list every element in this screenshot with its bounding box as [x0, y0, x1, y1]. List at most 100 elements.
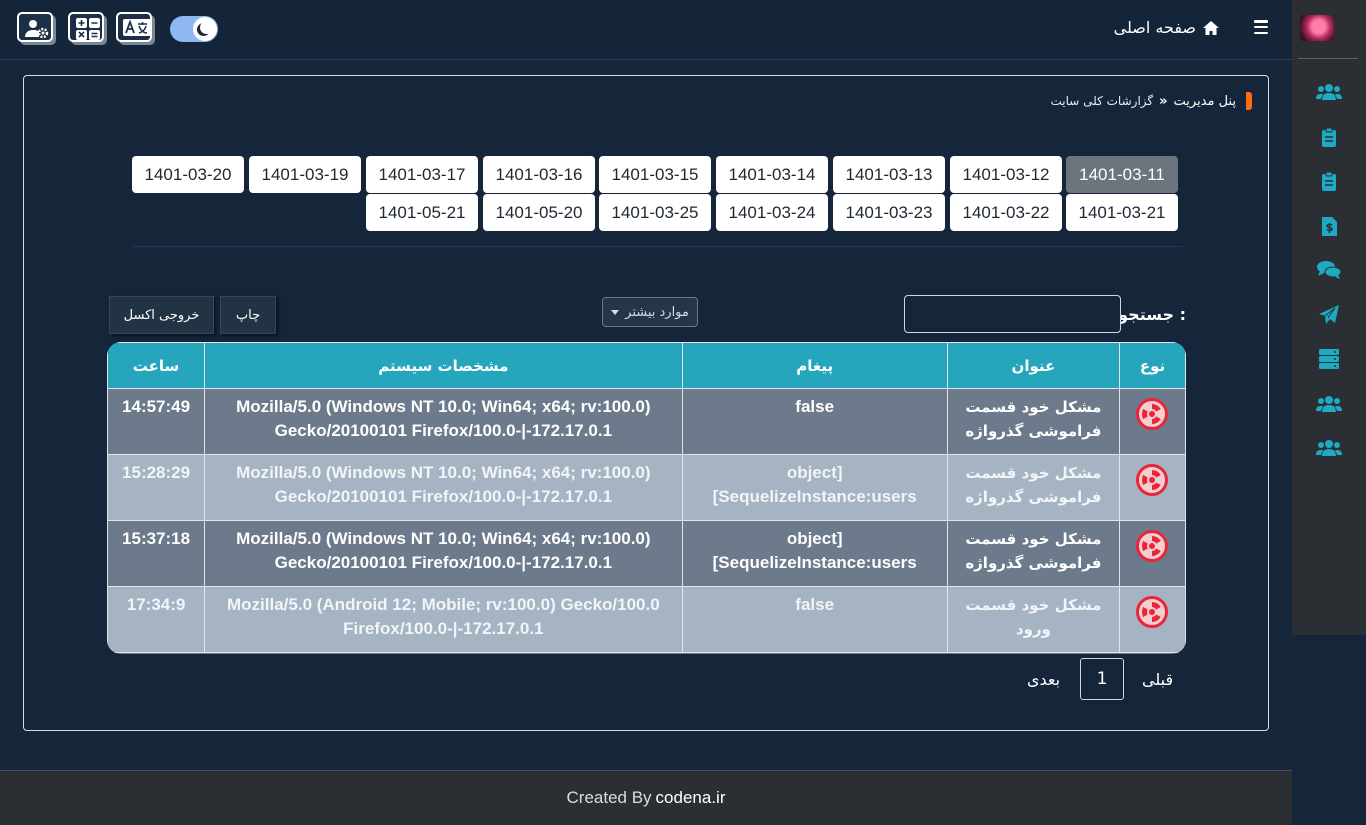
sidebar-divider [1298, 58, 1358, 59]
footer-prefix: Created By [566, 788, 652, 807]
report-panel: پنل مدیریت « گزارشات کلی سایت 1401-03-11… [23, 75, 1269, 731]
avatar[interactable] [1300, 15, 1334, 41]
table-row[interactable]: مشکل خود قسمت فراموشی گذرواژه false Mozi… [107, 388, 1186, 455]
date-button[interactable]: 1401-03-16 [483, 156, 595, 193]
date-button[interactable]: 1401-03-15 [599, 156, 711, 193]
type-cell [1118, 586, 1186, 653]
radiation-icon [1136, 596, 1169, 628]
time-cell: 17:34:9 [107, 586, 206, 653]
type-cell [1118, 388, 1186, 455]
breadcrumb-root[interactable]: پنل مدیریت [1174, 94, 1236, 109]
date-button[interactable]: 1401-03-22 [950, 194, 1062, 231]
double-chevron-icon: « [1159, 93, 1168, 109]
clipboard-icon [1322, 127, 1336, 147]
translate-button[interactable] [116, 12, 152, 42]
message-cell: false [681, 388, 948, 455]
home-label: صفحه اصلی [1113, 18, 1196, 37]
radiation-icon [1136, 464, 1169, 496]
date-button[interactable]: 1401-03-21 [1066, 194, 1178, 231]
clipboard-icon [1322, 171, 1336, 191]
date-button[interactable]: 1401-05-20 [483, 194, 595, 231]
radiation-icon [1136, 530, 1169, 562]
breadcrumb-current: گزارشات کلی سایت [1050, 94, 1154, 108]
sidebar-item-server[interactable] [1314, 344, 1344, 374]
date-button[interactable]: 1401-03-11 [1066, 156, 1178, 193]
title-cell: مشکل خود قسمت فراموشی گذرواژه [946, 454, 1120, 521]
footer-brand-link[interactable]: codena.ir [656, 788, 726, 808]
comments-icon [1317, 261, 1341, 279]
system-cell: Mozilla/5.0 (Windows NT 10.0; Win64; x64… [204, 454, 683, 521]
table-row[interactable]: مشکل خود قسمت فراموشی گذرواژه [object Se… [107, 454, 1186, 521]
caret-down-icon [611, 309, 620, 315]
hamburger-icon[interactable] [1254, 20, 1268, 35]
calculator-icon [76, 18, 100, 40]
search-label: جستجو : [1118, 305, 1186, 324]
date-button[interactable]: 1401-03-25 [599, 194, 711, 231]
sidebar-item-users-3[interactable] [1314, 433, 1344, 463]
users-icon [1316, 84, 1342, 100]
type-cell [1118, 454, 1186, 521]
sidebar-item-invoice[interactable] [1314, 211, 1344, 241]
system-cell: Mozilla/5.0 (Android 12; Mobile; rv:100.… [204, 586, 683, 653]
breadcrumb-marker [1246, 92, 1252, 110]
report-table: نوع عنوان پیغام مشخصات سیستم ساعت مشکل خ… [107, 342, 1186, 654]
footer: Created By codena.ir [0, 770, 1292, 825]
breadcrumb: پنل مدیریت « گزارشات کلی سایت [1050, 92, 1252, 110]
date-button[interactable]: 1401-03-24 [716, 194, 828, 231]
sidebar-item-send[interactable] [1314, 300, 1344, 330]
table-header-row: نوع عنوان پیغام مشخصات سیستم ساعت [107, 342, 1186, 389]
user-settings-button[interactable] [17, 12, 53, 42]
moon-icon [193, 17, 217, 41]
pagination-prev[interactable]: قبلی [1142, 670, 1173, 689]
title-cell: مشکل خود قسمت ورود [946, 586, 1120, 653]
sidebar-item-clipboard-2[interactable] [1314, 166, 1344, 196]
users-icon [1316, 440, 1342, 456]
home-icon [1203, 20, 1219, 35]
dark-mode-toggle[interactable] [170, 16, 218, 42]
column-header-system[interactable]: مشخصات سیستم [204, 342, 683, 389]
sidebar-item-comments[interactable] [1314, 255, 1344, 285]
column-header-type[interactable]: نوع [1118, 342, 1186, 389]
more-options-dropdown[interactable]: موارد بیشتر [602, 297, 698, 327]
type-cell [1118, 520, 1186, 587]
sidebar [1292, 0, 1366, 635]
date-button[interactable]: 1401-03-20 [132, 156, 244, 193]
search-input[interactable] [904, 295, 1121, 333]
title-cell: مشکل خود قسمت فراموشی گذرواژه [946, 388, 1120, 455]
pagination-next[interactable]: بعدی [1027, 670, 1060, 689]
divider [132, 246, 1183, 247]
message-cell: [object SequelizeInstance:users] [681, 520, 948, 587]
column-header-message[interactable]: پیغام [681, 342, 948, 389]
time-cell: 15:28:29 [107, 454, 206, 521]
date-button[interactable]: 1401-03-19 [249, 156, 361, 193]
column-header-title[interactable]: عنوان [946, 342, 1120, 389]
table-row[interactable]: مشکل خود قسمت فراموشی گذرواژه [object Se… [107, 520, 1186, 587]
users-icon [1316, 396, 1342, 412]
home-link[interactable]: صفحه اصلی [1114, 18, 1220, 37]
date-button[interactable]: 1401-03-13 [833, 156, 945, 193]
date-button[interactable]: 1401-03-17 [366, 156, 478, 193]
server-icon [1319, 349, 1339, 369]
message-cell: [object SequelizeInstance:users] [681, 454, 948, 521]
sidebar-item-clipboard[interactable] [1314, 122, 1344, 152]
date-button[interactable]: 1401-05-21 [366, 194, 478, 231]
date-button[interactable]: 1401-03-12 [950, 156, 1062, 193]
paper-plane-icon [1319, 305, 1339, 324]
sidebar-item-users[interactable] [1314, 77, 1344, 107]
table-row[interactable]: مشکل خود قسمت ورود false Mozilla/5.0 (An… [107, 586, 1186, 653]
excel-export-button[interactable]: خروجی اکسل [109, 296, 214, 334]
column-header-time[interactable]: ساعت [107, 342, 206, 389]
radiation-icon [1136, 398, 1169, 430]
date-button[interactable]: 1401-03-14 [716, 156, 828, 193]
system-cell: Mozilla/5.0 (Windows NT 10.0; Win64; x64… [204, 520, 683, 587]
time-cell: 15:37:18 [107, 520, 206, 587]
print-button[interactable]: چاپ [220, 296, 276, 334]
user-settings-icon [25, 20, 49, 39]
more-options-label: موارد بیشتر [625, 304, 689, 320]
date-button[interactable]: 1401-03-23 [833, 194, 945, 231]
top-navbar: صفحه اصلی [0, 0, 1292, 60]
system-cell: Mozilla/5.0 (Windows NT 10.0; Win64; x64… [204, 388, 683, 455]
sidebar-item-users-2[interactable] [1314, 389, 1344, 419]
pagination-current-page[interactable]: 1 [1080, 658, 1124, 700]
calculator-button[interactable] [68, 12, 104, 42]
